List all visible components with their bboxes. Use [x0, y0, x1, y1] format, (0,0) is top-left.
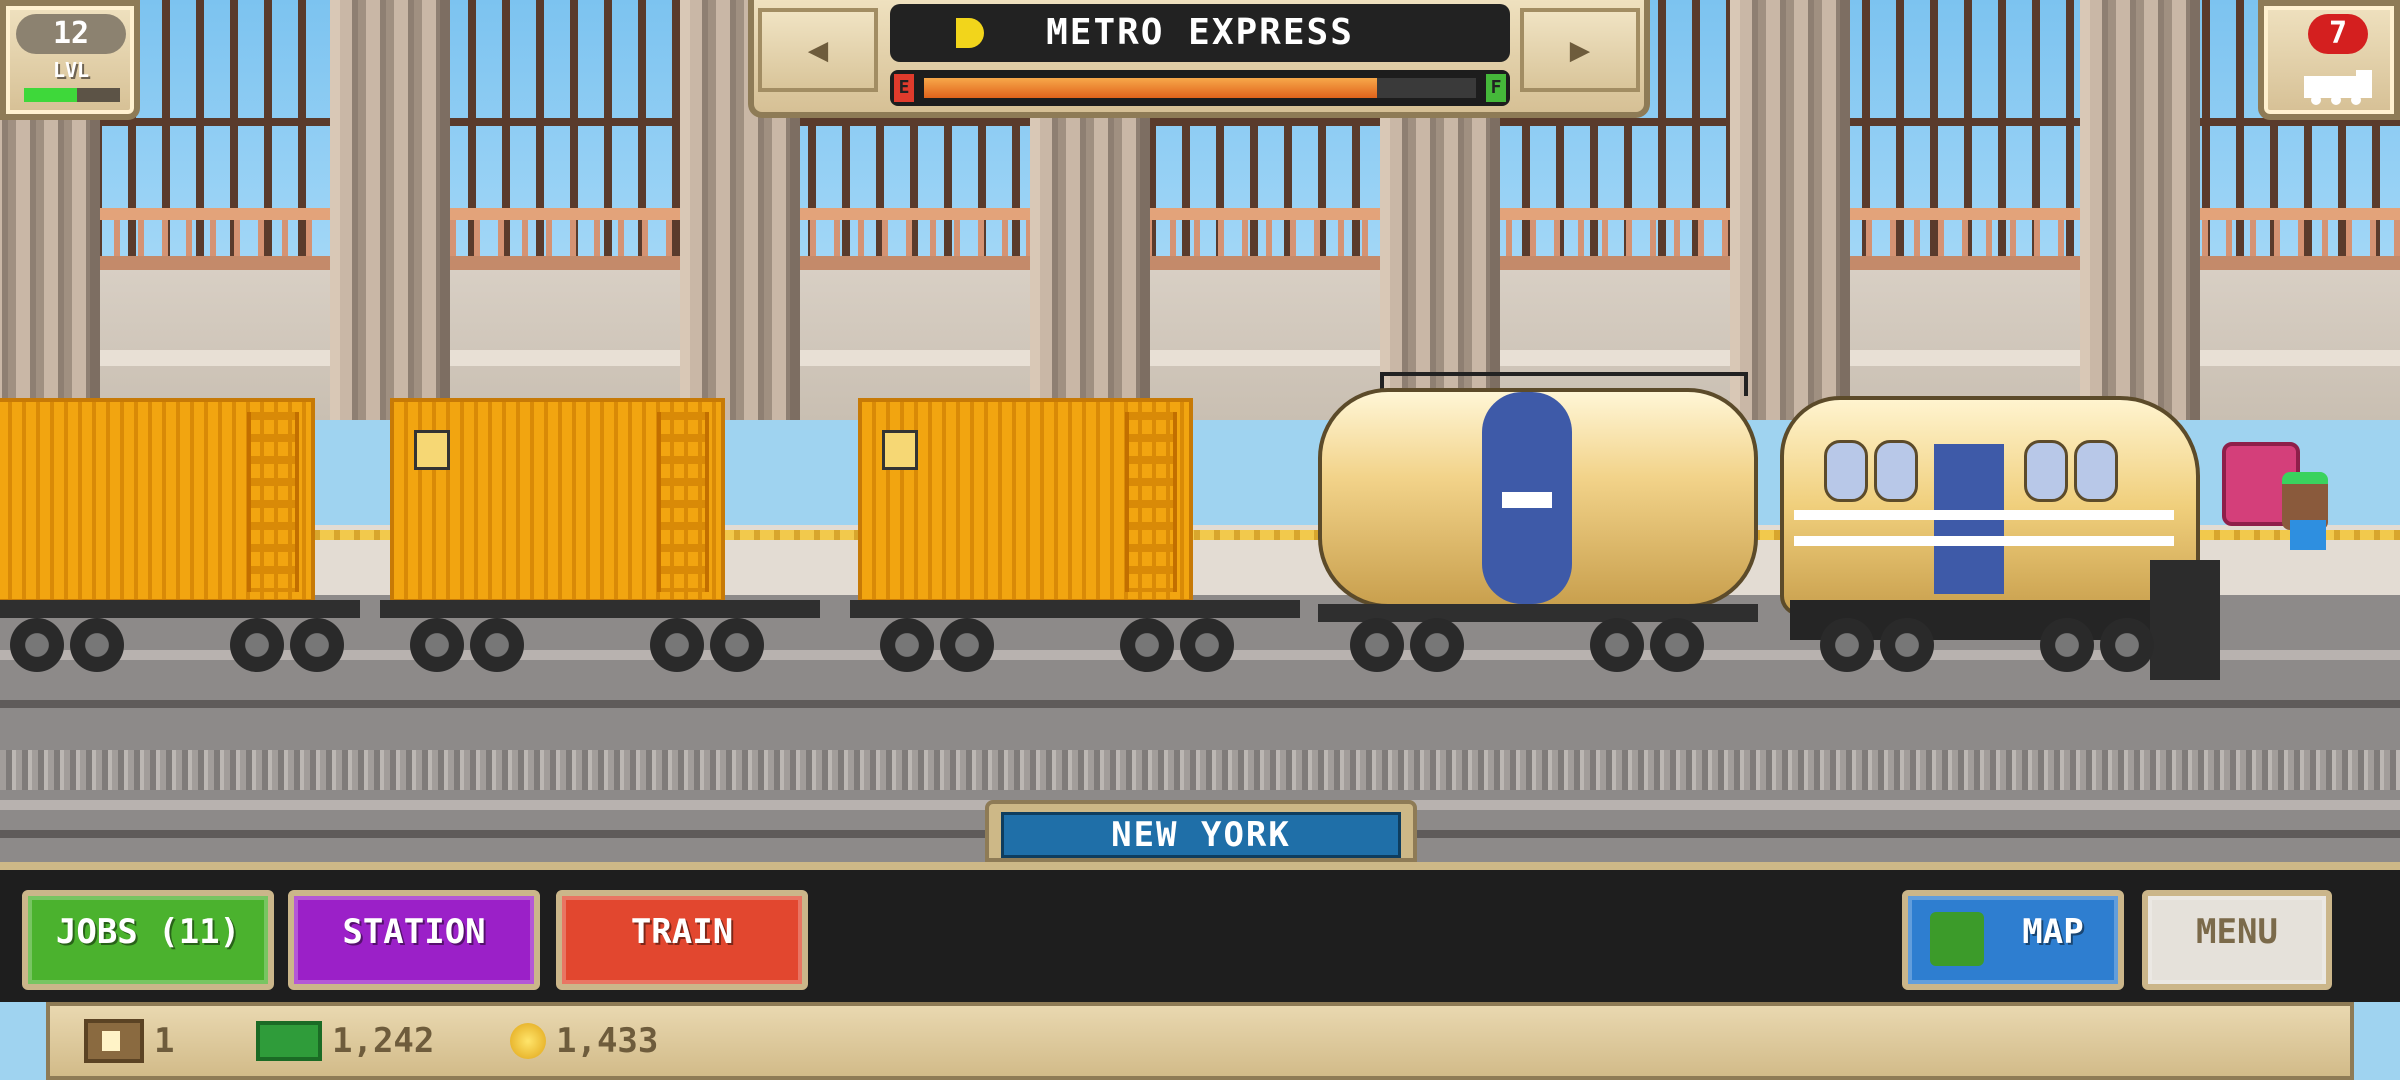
wheel	[650, 618, 704, 672]
crate-icon	[84, 1019, 144, 1063]
level-progress-bar	[24, 88, 120, 102]
city-plate: NEW YORK	[985, 800, 1417, 862]
wheel	[290, 618, 344, 672]
boxcar-tag	[882, 430, 918, 470]
jobs-button[interactable]: JOBS (11)	[22, 890, 274, 990]
boxcar-chassis	[380, 600, 820, 618]
wheel	[1650, 618, 1704, 672]
wheel	[1880, 618, 1934, 672]
triangle-left-icon: ◀	[807, 30, 829, 70]
wheel	[1350, 618, 1404, 672]
boxcar[interactable]	[0, 398, 315, 603]
boxcar-chassis	[850, 600, 1300, 618]
fuel-empty-label: E	[894, 74, 914, 102]
wheel	[940, 618, 994, 672]
loco-window	[1824, 440, 1868, 502]
loco-window	[2024, 440, 2068, 502]
pillar	[1730, 0, 1850, 420]
fuel-full-label: F	[1486, 74, 1506, 102]
passenger-body	[2290, 520, 2326, 550]
fuel-gauge: E F	[890, 70, 1510, 106]
fuel-fill	[924, 78, 1377, 98]
city-name: NEW YORK	[1001, 812, 1401, 858]
gravel	[0, 750, 2400, 790]
loco-stripe	[1794, 510, 2174, 520]
wheel	[470, 618, 524, 672]
wheel	[880, 618, 934, 672]
wheel	[230, 618, 284, 672]
crates-count: 1	[154, 1021, 175, 1061]
boxcar[interactable]	[390, 398, 725, 603]
crates-resource: 1	[84, 1016, 174, 1066]
wheel	[1120, 618, 1174, 672]
boxcar[interactable]	[858, 398, 1193, 603]
boxcar-tag	[414, 430, 450, 470]
loco-nose	[2150, 560, 2220, 680]
train-name-bar[interactable]: METRO EXPRESS	[890, 4, 1510, 62]
menu-button[interactable]: MENU	[2142, 890, 2332, 990]
wheel	[10, 618, 64, 672]
fuel-bar	[924, 78, 1476, 98]
wheel	[70, 618, 124, 672]
coins-resource: 1,433	[510, 1016, 658, 1066]
wheel	[1590, 618, 1644, 672]
map-icon	[1930, 912, 1984, 966]
wheel	[1410, 618, 1464, 672]
coin-icon	[510, 1023, 546, 1059]
cash-amount: 1,242	[332, 1021, 435, 1061]
locomotive[interactable]	[1780, 396, 2200, 616]
pillar	[2080, 0, 2200, 420]
wheel	[2100, 618, 2154, 672]
boxcar-chassis	[0, 600, 360, 618]
wheel	[2040, 618, 2094, 672]
boxcar-ladder	[657, 412, 709, 592]
map-button[interactable]: MAP	[1902, 890, 2124, 990]
loco-stripe	[1794, 536, 2174, 546]
cash-resource: 1,242	[256, 1016, 434, 1066]
rail	[0, 700, 2400, 708]
next-train-button[interactable]: ▶	[1520, 8, 1640, 92]
wheel	[410, 618, 464, 672]
train-name: METRO EXPRESS	[1046, 12, 1354, 53]
boxcar-ladder	[1125, 412, 1177, 592]
resource-bar: 1 1,242 1,433	[46, 1002, 2354, 1080]
train-icon	[2304, 70, 2372, 105]
bottom-toolbar: JOBS (11) STATION TRAIN MAP MENU	[0, 862, 2400, 1002]
tanker-car[interactable]	[1318, 388, 1758, 608]
level-label: LVL	[52, 58, 90, 82]
boxcar-ladder	[247, 412, 299, 592]
level-progress-fill	[24, 88, 77, 102]
trains-button[interactable]: 7	[2258, 0, 2400, 120]
tanker-dash	[1502, 492, 1552, 508]
wheel	[1180, 618, 1234, 672]
map-label: MAP	[2022, 912, 2084, 952]
pillar	[330, 0, 450, 420]
station-button[interactable]: STATION	[288, 890, 540, 990]
triangle-right-icon: ▶	[1569, 30, 1591, 70]
coins-amount: 1,433	[556, 1021, 659, 1061]
loco-window	[2074, 440, 2118, 502]
level-number: 12	[16, 14, 126, 54]
wheel	[1820, 618, 1874, 672]
level-indicator[interactable]: 12 LVL	[0, 0, 140, 120]
cash-icon	[256, 1021, 322, 1061]
train-button[interactable]: TRAIN	[556, 890, 808, 990]
trains-count-badge: 7	[2308, 14, 2368, 54]
wheel	[710, 618, 764, 672]
loco-window	[1874, 440, 1918, 502]
prev-train-button[interactable]: ◀	[758, 8, 878, 92]
